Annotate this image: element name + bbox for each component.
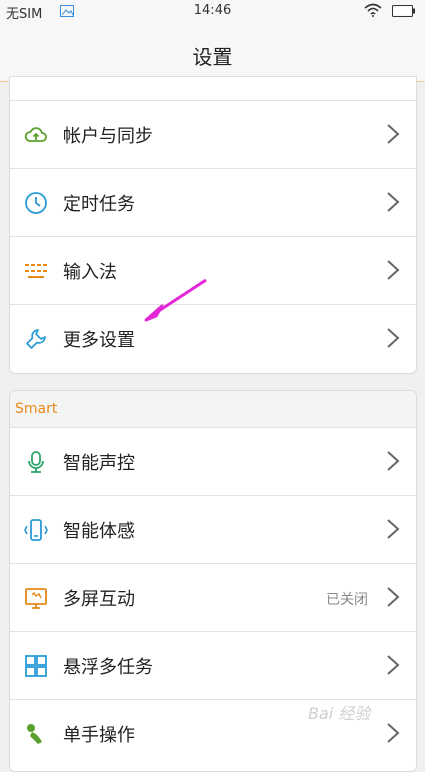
section-header-label: Smart <box>15 401 58 417</box>
status-bar: 无SIM 14:46 <box>0 0 425 24</box>
settings-item-voice-control[interactable]: 智能声控 <box>10 427 416 496</box>
settings-item-scheduled-tasks[interactable]: 定时任务 <box>10 168 416 237</box>
chevron-right-icon <box>386 654 400 680</box>
floating-task-icon <box>24 654 48 678</box>
section-header: Smart <box>10 391 416 427</box>
settings-item-account-sync[interactable]: 帐户与同步 <box>10 100 416 169</box>
clock-icon <box>24 191 48 215</box>
settings-item-label: 悬浮多任务 <box>63 657 153 678</box>
settings-item-label: 帐户与同步 <box>63 126 153 147</box>
settings-group-general: 帐户与同步 定时任务 输入法 更多设置 <box>9 76 417 374</box>
settings-item-label: 输入法 <box>63 262 117 283</box>
one-hand-icon <box>24 722 48 746</box>
keyboard-icon <box>24 259 48 283</box>
chevron-right-icon <box>386 450 400 476</box>
settings-item-label: 单手操作 <box>63 725 135 746</box>
settings-item-label: 多屏互动 <box>63 589 135 610</box>
settings-item-floating-multitask[interactable]: 悬浮多任务 <box>10 631 416 700</box>
cloud-sync-icon <box>24 123 48 147</box>
settings-item-motion-sense[interactable]: 智能体感 <box>10 495 416 564</box>
chevron-right-icon <box>386 518 400 544</box>
clock-time: 14:46 <box>193 3 232 18</box>
chevron-right-icon <box>386 327 400 353</box>
annotation-arrow-icon <box>142 278 208 326</box>
settings-item-multi-screen[interactable]: 多屏互动 已关闭 <box>10 563 416 632</box>
wifi-icon <box>364 3 382 21</box>
settings-item-label: 智能声控 <box>63 453 135 474</box>
battery-icon <box>392 5 416 21</box>
chevron-right-icon <box>386 722 400 748</box>
settings-item-input-method[interactable]: 输入法 <box>10 236 416 305</box>
chevron-right-icon <box>386 586 400 612</box>
settings-item-label: 定时任务 <box>63 194 135 215</box>
wrench-icon <box>24 327 48 351</box>
settings-item-label: 更多设置 <box>63 330 135 351</box>
title-bar: 设置 <box>0 24 425 82</box>
status-value: 已关闭 <box>326 592 368 608</box>
settings-item-label: 智能体感 <box>63 521 135 542</box>
watermark: Bai 经验 <box>308 704 371 723</box>
phone-motion-icon <box>24 518 48 542</box>
settings-item-more-settings[interactable]: 更多设置 <box>10 304 416 373</box>
chevron-right-icon <box>386 191 400 217</box>
page-title: 设置 <box>192 45 233 69</box>
chevron-right-icon <box>386 123 400 149</box>
multi-screen-icon <box>24 586 48 610</box>
microphone-icon <box>24 450 48 474</box>
chevron-right-icon <box>386 259 400 285</box>
